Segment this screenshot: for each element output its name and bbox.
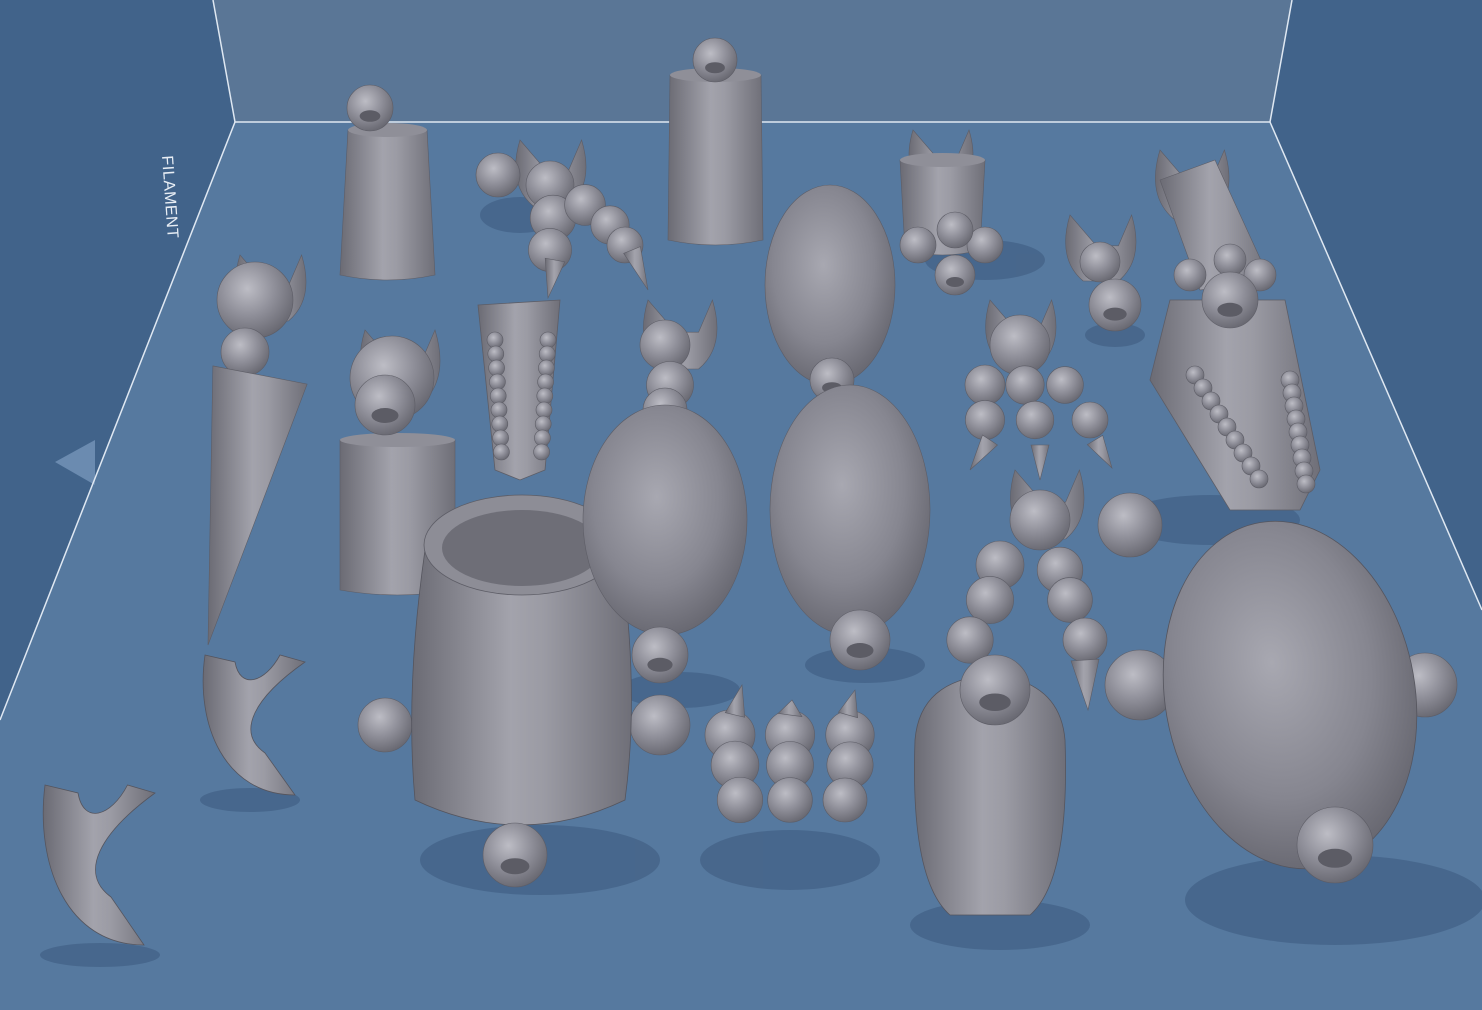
bottle-part-4[interactable] (914, 654, 1066, 916)
build-plate-scene[interactable] (0, 0, 1482, 1010)
3d-viewport[interactable]: FILAMENT (0, 0, 1482, 1010)
claw-cluster[interactable] (704, 684, 875, 824)
